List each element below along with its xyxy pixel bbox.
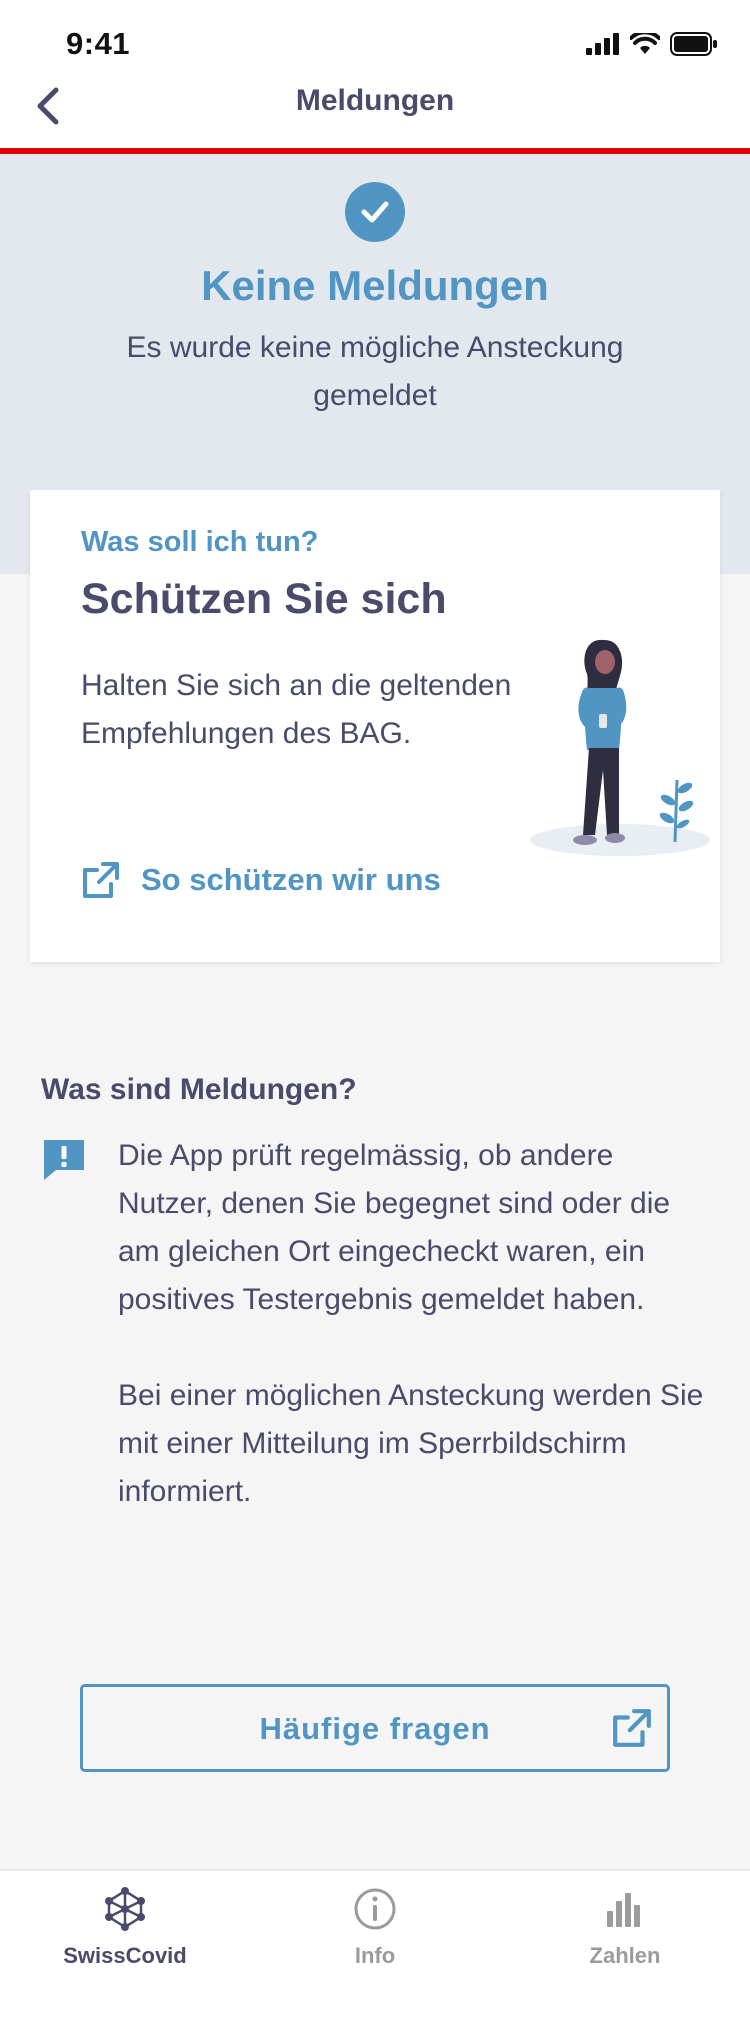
message-exclamation-icon <box>44 1140 84 1180</box>
info-paragraph: Die App prüft regelmässig, ob andere Nut… <box>118 1139 671 1316</box>
tab-label: Zahlen <box>589 1943 661 1968</box>
bar-chart-icon <box>607 1893 640 1927</box>
card-eyebrow: Was soll ich tun? <box>81 526 319 558</box>
swisscovid-icon <box>105 1887 145 1931</box>
external-link-icon <box>83 862 119 898</box>
info-heading: Was sind Meldungen? <box>41 1073 357 1106</box>
woman-with-phone-illustration <box>530 639 710 856</box>
faq-button-label: Häufige fragen <box>259 1711 491 1746</box>
battery-icon <box>670 32 717 56</box>
tab-swisscovid[interactable]: SwissCovid <box>25 1885 225 1985</box>
checkmark-icon <box>345 182 405 242</box>
status-time: 9:41 <box>66 26 131 61</box>
status-subtitle: Es wurde keine mögliche Ansteckung gemel… <box>126 331 624 412</box>
protect-link-label: So schützen wir uns <box>141 862 441 897</box>
card-title: Schützen Sie sich <box>81 575 447 623</box>
status-icons <box>586 32 718 56</box>
info-icon <box>354 1888 396 1930</box>
tab-bar: SwissCovid Info Zahlen <box>0 1869 750 2038</box>
tab-label: SwissCovid <box>63 1943 187 1968</box>
faq-button[interactable]: Häufige fragen <box>80 1684 670 1772</box>
tab-info[interactable]: Info <box>275 1885 475 1985</box>
protect-yourself-card: Was soll ich tun? Schützen Sie sich Halt… <box>30 490 720 962</box>
external-link-icon <box>613 1709 651 1747</box>
info-paragraph: Bei einer möglichen Ansteckung werden Si… <box>118 1379 704 1508</box>
card-text: Halten Sie sich an die geltenden Empfehl… <box>81 669 512 750</box>
info-text: Die App prüft regelmässig, ob andere Nut… <box>118 1132 708 1516</box>
page-title: Meldungen <box>295 84 455 117</box>
tab-label: Info <box>354 1943 396 1968</box>
status-title: Keine Meldungen <box>201 262 549 309</box>
tab-zahlen[interactable]: Zahlen <box>525 1885 725 1985</box>
wifi-icon <box>630 33 660 54</box>
protect-link[interactable]: So schützen wir uns <box>81 860 441 900</box>
cellular-signal-icon <box>586 33 619 55</box>
navigation-bar: Meldungen <box>0 62 750 148</box>
